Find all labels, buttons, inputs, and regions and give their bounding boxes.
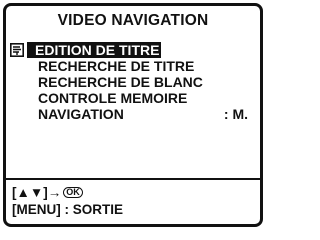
- ok-button-icon: OK: [63, 187, 83, 198]
- menu-item-edition-de-titre[interactable]: EDITION DE TITRE: [10, 42, 250, 58]
- screen-title: VIDEO NAVIGATION: [57, 12, 209, 29]
- pointing-hand-icon: [10, 43, 24, 57]
- nav-keys-text: [▲▼]→: [12, 185, 62, 200]
- footer-hints: [▲▼]→ OK [MENU] : SORTIE: [6, 178, 260, 217]
- menu-item-label: EDITION DE TITRE: [27, 42, 162, 58]
- menu-item-label: CONTROLE MEMOIRE: [38, 90, 188, 106]
- menu-item-label: NAVIGATION: [38, 106, 124, 122]
- exit-hint: [MENU] : SORTIE: [12, 202, 123, 217]
- navigation-hint: [▲▼]→ OK: [12, 185, 83, 200]
- menu-screen: VIDEO NAVIGATION EDITION DE TITRE RECHER…: [3, 3, 263, 227]
- menu-item-recherche-de-titre[interactable]: RECHERCHE DE TITRE: [10, 58, 250, 74]
- menu-item-controle-memoire[interactable]: CONTROLE MEMOIRE: [10, 90, 250, 106]
- menu-list: EDITION DE TITRE RECHERCHE DE TITRE RECH…: [10, 42, 250, 122]
- menu-item-label: RECHERCHE DE TITRE: [38, 58, 195, 74]
- menu-item-recherche-de-blanc[interactable]: RECHERCHE DE BLANC: [10, 74, 250, 90]
- menu-item-value: : M.: [223, 106, 248, 122]
- menu-item-navigation[interactable]: NAVIGATION : M.: [10, 106, 250, 122]
- menu-item-label: RECHERCHE DE BLANC: [38, 74, 203, 90]
